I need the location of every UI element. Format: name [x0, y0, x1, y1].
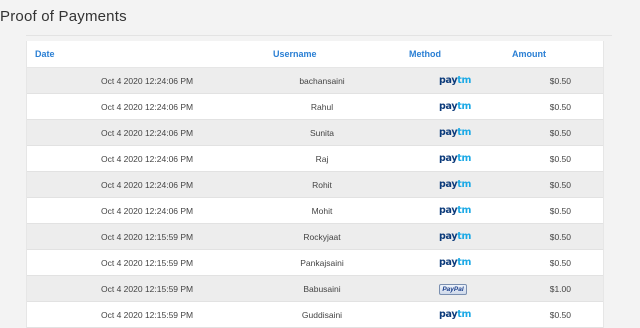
paytm-logo-pay: pay	[439, 101, 458, 112]
payments-table: Date Username Method Amount Oct 4 2020 1…	[26, 41, 604, 328]
payment-date: Oct 4 2020 12:24:06 PM	[101, 180, 194, 190]
paytm-logo-tm: tm	[457, 179, 472, 190]
title-divider	[26, 35, 612, 36]
paytm-logo-pay: pay	[439, 231, 458, 242]
payment-amount: $0.50	[549, 180, 571, 190]
payment-amount: $0.50	[549, 102, 571, 112]
header-username[interactable]: Username	[273, 49, 317, 59]
payment-amount: $0.50	[549, 232, 571, 242]
page-title: Proof of Payments	[0, 8, 127, 25]
table-row: Oct 4 2020 12:24:06 PM bachansaini paytm $0…	[27, 68, 603, 94]
paytm-logo-tm: tm	[457, 257, 472, 268]
payment-username: Rahul	[310, 102, 334, 112]
paytm-logo-icon: paytm	[439, 205, 472, 217]
header-amount[interactable]: Amount	[512, 49, 546, 59]
paytm-logo-pay: pay	[439, 205, 458, 216]
header-method[interactable]: Method	[409, 49, 441, 59]
paytm-logo-icon: paytm	[439, 179, 472, 191]
payment-amount: $0.50	[549, 76, 571, 86]
paytm-logo-pay: pay	[439, 179, 458, 190]
paytm-logo-tm: tm	[457, 127, 472, 138]
payment-amount: $0.50	[549, 258, 571, 268]
payment-username: bachansaini	[299, 76, 345, 86]
table-row: Oct 4 2020 12:24:06 PM Sunita paytm $0.50	[27, 120, 603, 146]
table-row: Oct 4 2020 12:24:06 PM Rahul paytm $0.50	[27, 94, 603, 120]
payment-username: Mohit	[311, 206, 333, 216]
paytm-logo-tm: tm	[457, 101, 472, 112]
paytm-logo-tm: tm	[457, 153, 472, 164]
payment-date: Oct 4 2020 12:15:59 PM	[101, 232, 194, 242]
payment-date: Oct 4 2020 12:24:06 PM	[101, 206, 194, 216]
paytm-logo-pay: pay	[439, 153, 458, 164]
payment-amount: $0.50	[549, 154, 571, 164]
payment-date: Oct 4 2020 12:15:59 PM	[101, 310, 194, 320]
paytm-logo-icon: paytm	[439, 153, 472, 165]
paytm-logo-tm: tm	[457, 75, 472, 86]
payment-username: Pankajsaini	[300, 258, 344, 268]
payment-amount: $1.00	[549, 284, 571, 294]
paypal-logo-icon: PayPal	[439, 283, 469, 295]
table-row: Oct 4 2020 12:15:59 PM Babusaini PayPal $1.…	[27, 276, 603, 302]
payment-amount: $0.50	[549, 128, 571, 138]
paytm-logo-tm: tm	[457, 205, 472, 216]
payment-date: Oct 4 2020 12:24:06 PM	[101, 154, 194, 164]
table-row: Oct 4 2020 12:15:59 PM Rockyjaat paytm $0.5…	[27, 224, 603, 250]
paytm-logo-icon: paytm	[439, 127, 472, 139]
table-row: Oct 4 2020 12:15:59 PM Guddisaini paytm $0.…	[27, 302, 603, 328]
payment-amount: $0.50	[549, 206, 571, 216]
table-row: Oct 4 2020 12:24:06 PM Raj paytm $0.50	[27, 146, 603, 172]
payment-username: Guddisaini	[301, 310, 343, 320]
payment-date: Oct 4 2020 12:24:06 PM	[101, 102, 194, 112]
paytm-logo-pay: pay	[439, 257, 458, 268]
paytm-logo-tm: tm	[457, 309, 472, 320]
paytm-logo-icon: paytm	[439, 75, 472, 87]
payment-amount: $0.50	[549, 310, 571, 320]
payment-date: Oct 4 2020 12:15:59 PM	[101, 284, 194, 294]
payment-date: Oct 4 2020 12:24:06 PM	[101, 76, 194, 86]
paytm-logo-icon: paytm	[439, 231, 472, 243]
table-header-row: Date Username Method Amount	[27, 41, 603, 68]
payment-username: Babusaini	[303, 284, 341, 294]
paytm-logo-icon: paytm	[439, 257, 472, 269]
payment-date: Oct 4 2020 12:24:06 PM	[101, 128, 194, 138]
paytm-logo-pay: pay	[439, 309, 458, 320]
payment-username: Rockyjaat	[303, 232, 341, 242]
paytm-logo-icon: paytm	[439, 101, 472, 113]
paypal-logo-text: PayPal	[439, 284, 467, 295]
paytm-logo-pay: pay	[439, 127, 458, 138]
paytm-logo-pay: pay	[439, 75, 458, 86]
payment-username: Sunita	[309, 128, 335, 138]
paytm-logo-tm: tm	[457, 231, 472, 242]
table-row: Oct 4 2020 12:24:06 PM Rohit paytm $0.50	[27, 172, 603, 198]
header-date[interactable]: Date	[35, 49, 55, 59]
table-row: Oct 4 2020 12:24:06 PM Mohit paytm $0.50	[27, 198, 603, 224]
payment-username: Raj	[315, 154, 329, 164]
paytm-logo-icon: paytm	[439, 309, 472, 321]
table-row: Oct 4 2020 12:15:59 PM Pankajsaini paytm $0…	[27, 250, 603, 276]
payment-username: Rohit	[312, 180, 332, 190]
payment-date: Oct 4 2020 12:15:59 PM	[101, 258, 194, 268]
